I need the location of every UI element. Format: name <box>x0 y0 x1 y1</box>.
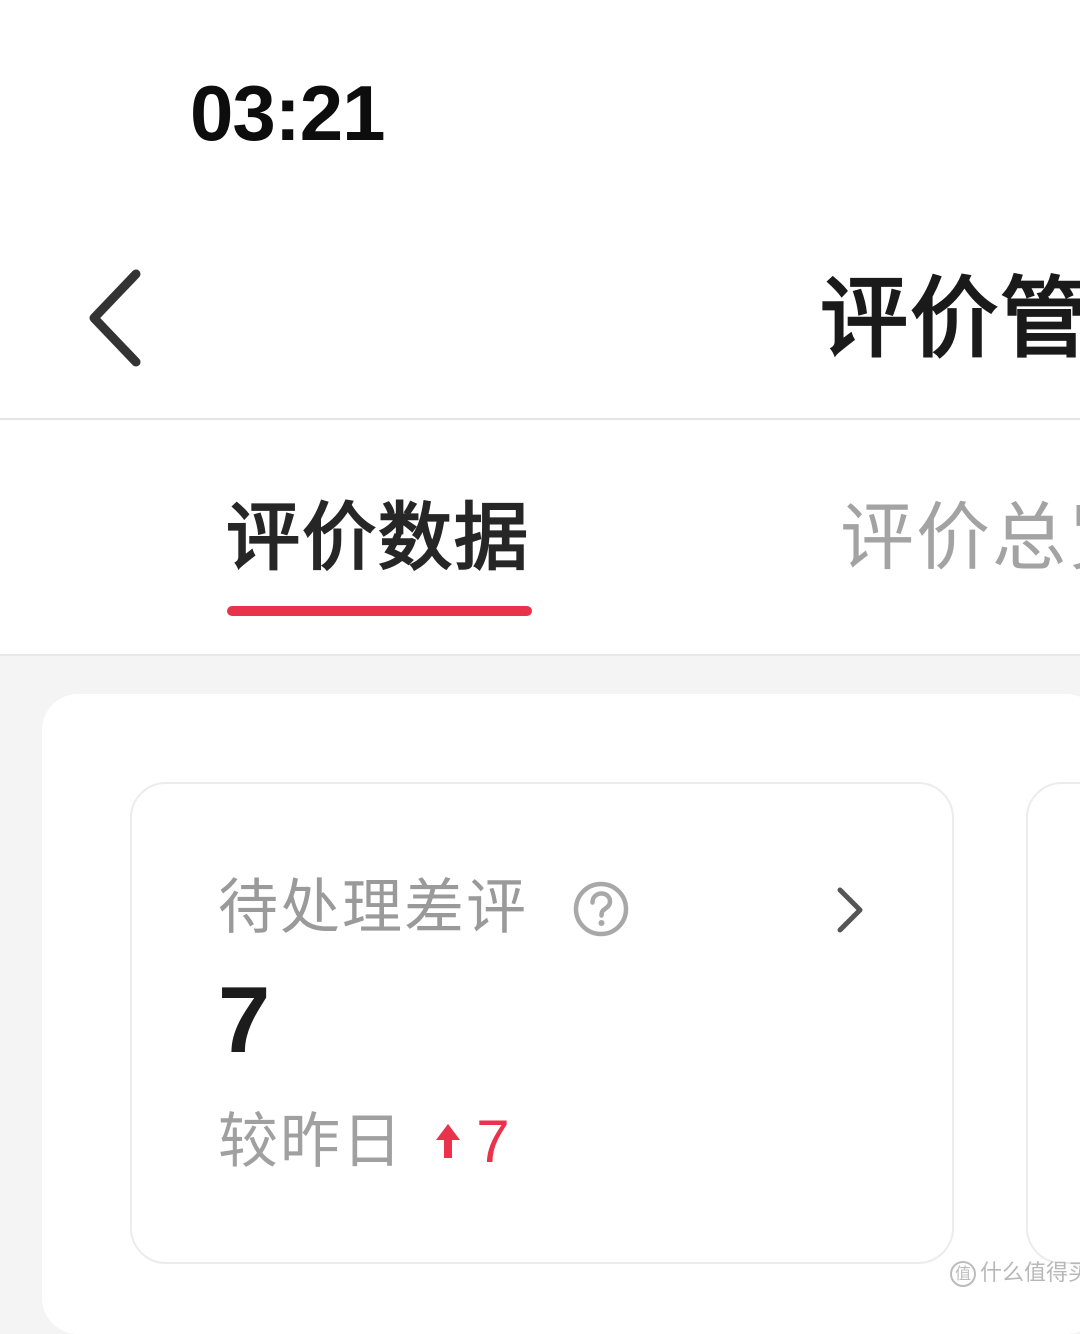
status-time: 03:21 <box>190 69 385 157</box>
page-title: 评价管理 <box>820 267 1080 370</box>
compare-value: 7 <box>476 1108 510 1175</box>
pending-count-value: 7 <box>218 967 271 1072</box>
card-label: 待处理差评 <box>218 873 528 943</box>
pending-negative-reviews-card[interactable]: 待处理差评 7 较昨日 7 <box>130 782 954 1264</box>
watermark: 值什么值得买 <box>950 1256 1080 1292</box>
nav-bar: 评价管理 <box>0 220 1080 420</box>
review-data-panel: 待处理差评 7 较昨日 7 <box>42 694 1080 1334</box>
tab-review-overview[interactable]: 评价总览 <box>840 490 1080 586</box>
status-bar: 03:21 <box>0 0 1080 220</box>
question-circle-icon[interactable] <box>572 880 630 938</box>
chevron-left-icon <box>89 269 141 367</box>
arrow-up-icon <box>436 1124 461 1158</box>
next-stat-card[interactable] <box>1026 782 1080 1264</box>
tab-bar: 评价数据 评价总览 <box>0 420 1080 656</box>
watermark-badge: 值 <box>950 1261 976 1287</box>
compare-label: 较昨日 <box>218 1107 404 1177</box>
compare-row: 较昨日 7 <box>218 1102 510 1182</box>
tab-review-data[interactable]: 评价数据 <box>226 490 530 586</box>
back-button[interactable] <box>78 266 158 376</box>
active-tab-indicator <box>227 606 532 616</box>
watermark-text: 什么值得买 <box>980 1261 1080 1286</box>
chevron-right-icon <box>837 887 863 933</box>
